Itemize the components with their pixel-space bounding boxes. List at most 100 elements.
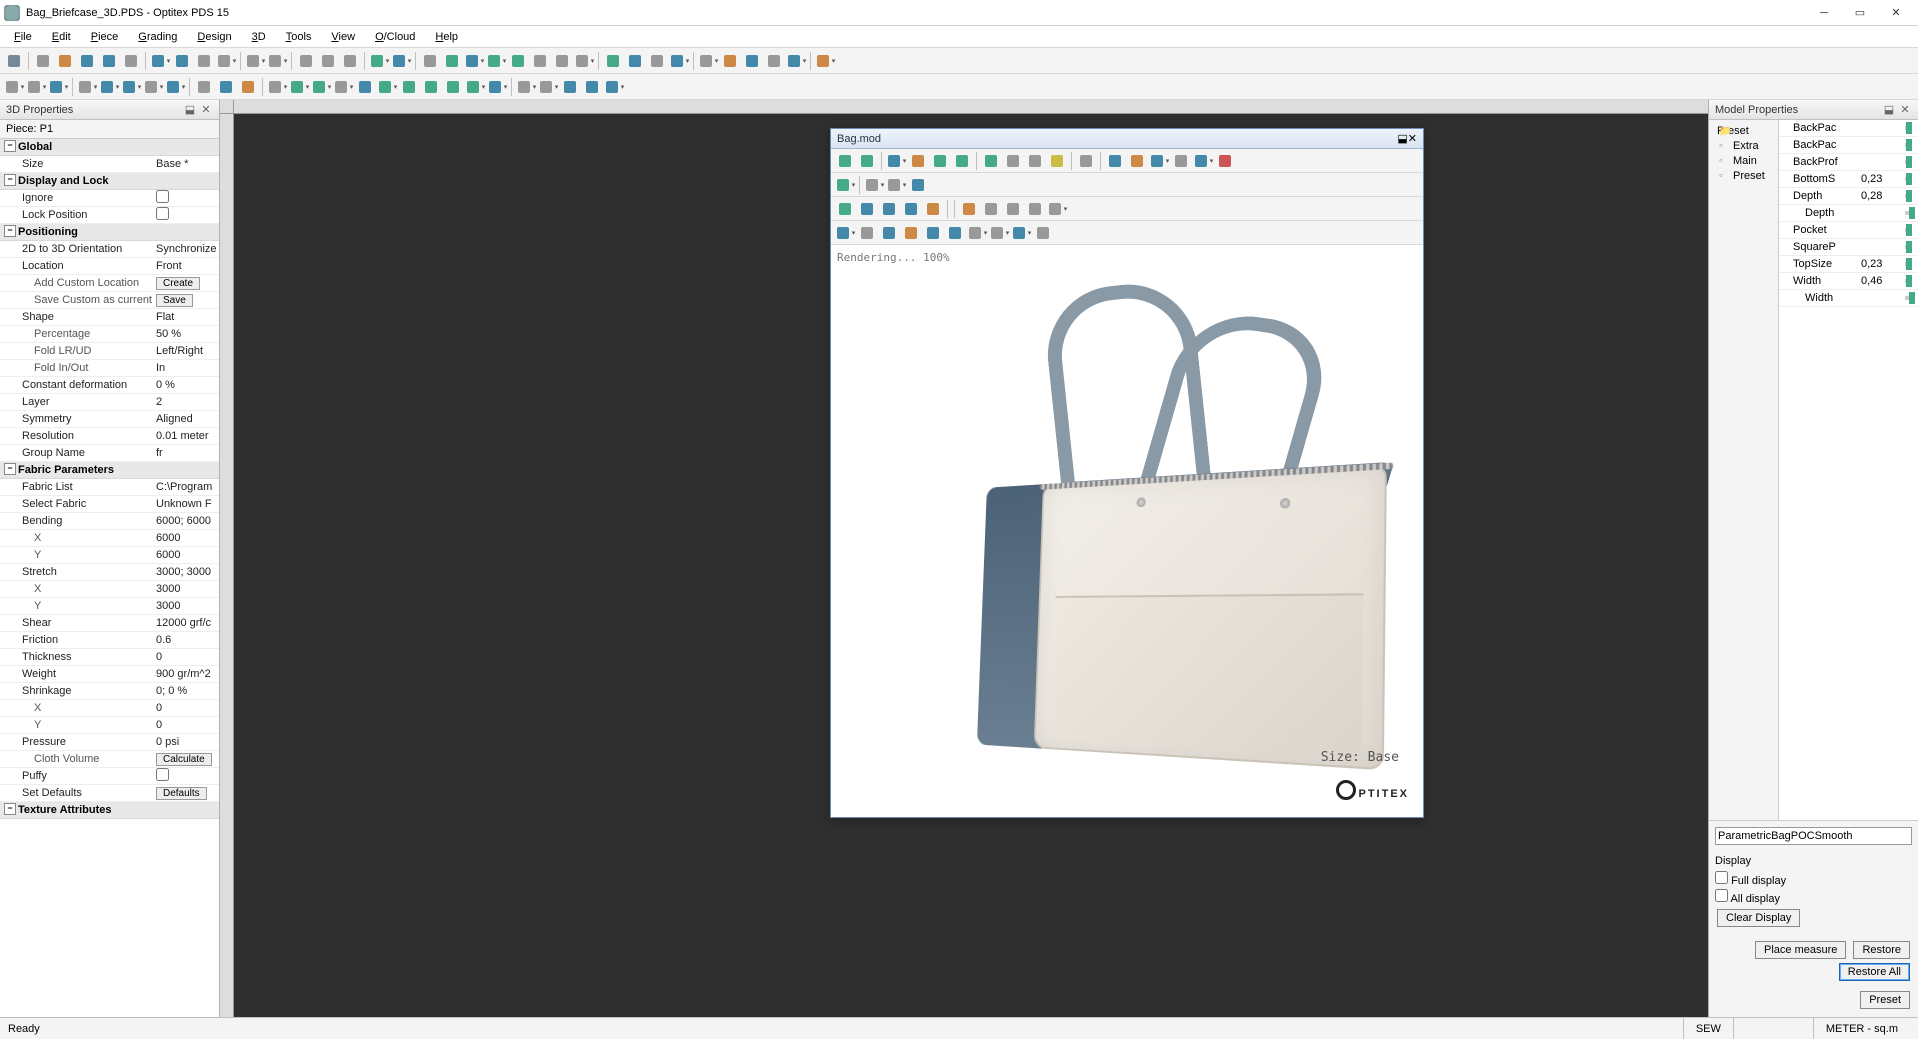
restore-all-button[interactable]: Restore All xyxy=(1839,963,1910,981)
property-grid[interactable]: GlobalSizeBase *Display and LockIgnoreLo… xyxy=(0,139,219,1017)
save-icon[interactable] xyxy=(77,51,97,71)
points-icon[interactable] xyxy=(464,51,484,71)
model-param-row[interactable]: BackPac xyxy=(1779,137,1918,154)
axis-icon[interactable] xyxy=(1076,151,1096,171)
prop-row[interactable]: Y6000 xyxy=(0,547,219,564)
preset-node[interactable]: Preset xyxy=(1713,124,1774,139)
grid3-icon[interactable] xyxy=(1025,199,1045,219)
save3d-icon[interactable] xyxy=(1149,151,1169,171)
circle-icon[interactable] xyxy=(121,77,141,97)
folder-icon[interactable] xyxy=(923,199,943,219)
flip-icon[interactable] xyxy=(487,77,507,97)
play-icon[interactable] xyxy=(981,151,1001,171)
prop-row[interactable]: Constant deformation0 % xyxy=(0,377,219,394)
img-icon[interactable] xyxy=(1193,151,1213,171)
tool-b-icon[interactable] xyxy=(720,51,740,71)
close-window-icon[interactable]: ✕ xyxy=(1408,132,1417,145)
house-icon[interactable] xyxy=(815,51,835,71)
pagec-icon[interactable] xyxy=(538,77,558,97)
snap-l-icon[interactable] xyxy=(1003,151,1023,171)
table-icon[interactable] xyxy=(150,51,170,71)
restore-button[interactable]: Restore xyxy=(1853,941,1910,959)
prop-row[interactable]: Stretch3000; 3000 xyxy=(0,564,219,581)
model-params[interactable]: BackPacBackPacBackProfBottomS0,23Depth0,… xyxy=(1779,120,1918,820)
prop-row[interactable]: Shear12000 grf/c xyxy=(0,615,219,632)
prop-row[interactable]: X3000 xyxy=(0,581,219,598)
paste3d-icon[interactable] xyxy=(886,175,906,195)
stitch2-icon[interactable] xyxy=(908,151,928,171)
prop-group-display-and-lock[interactable]: Display and Lock xyxy=(0,173,219,190)
model-param-row[interactable]: SquareP xyxy=(1779,239,1918,256)
stretch-icon[interactable] xyxy=(355,77,375,97)
canvas-2d[interactable]: Bag.mod ⬓ ✕ Rendering... 100% xyxy=(234,114,1708,1017)
exportb-icon[interactable] xyxy=(604,77,624,97)
prop-row[interactable]: Weight900 gr/m^2 xyxy=(0,666,219,683)
paste-icon[interactable] xyxy=(340,51,360,71)
export-icon[interactable] xyxy=(582,77,602,97)
menu-piece[interactable]: Piece xyxy=(81,29,129,45)
target-icon[interactable] xyxy=(99,77,119,97)
prop-group-global[interactable]: Global xyxy=(0,139,219,156)
open-icon[interactable] xyxy=(55,51,75,71)
addpt-icon[interactable] xyxy=(311,77,331,97)
preset-node[interactable]: Preset xyxy=(1713,169,1774,184)
sync-icon[interactable] xyxy=(930,151,950,171)
pin-icon[interactable]: ⬓ xyxy=(1882,103,1896,117)
rotccw-icon[interactable] xyxy=(421,77,441,97)
prop-row[interactable]: Set DefaultsDefaults xyxy=(0,785,219,802)
prop-row[interactable]: Fabric ListC:\Program xyxy=(0,479,219,496)
ghost1-icon[interactable] xyxy=(530,51,550,71)
prop-row[interactable]: Group Namefr xyxy=(0,445,219,462)
prop-row[interactable]: 2D to 3D OrientationSynchronize xyxy=(0,241,219,258)
select3d-icon[interactable] xyxy=(835,223,855,243)
cloth-icon[interactable] xyxy=(901,223,921,243)
prop-row[interactable]: SizeBase * xyxy=(0,156,219,173)
page-icon[interactable] xyxy=(516,77,536,97)
close-panel-icon[interactable]: ✕ xyxy=(1898,103,1912,117)
prop-row[interactable]: Fold In/OutIn xyxy=(0,360,219,377)
ss-icon[interactable] xyxy=(165,77,185,97)
recycle-icon[interactable] xyxy=(603,51,623,71)
prop-row[interactable]: Bending6000; 6000 xyxy=(0,513,219,530)
ghost3-icon[interactable] xyxy=(574,51,594,71)
avatar-icon[interactable] xyxy=(1127,151,1147,171)
prop-row[interactable]: Y0 xyxy=(0,717,219,734)
viewport-3d[interactable]: Rendering... 100% xyxy=(831,245,1423,817)
sparkle-icon[interactable] xyxy=(1047,151,1067,171)
tool-c-icon[interactable] xyxy=(742,51,762,71)
tool-a-icon[interactable] xyxy=(698,51,718,71)
maximize-button[interactable]: ▭ xyxy=(1842,1,1878,25)
doc-icon[interactable] xyxy=(333,77,353,97)
render-icon[interactable] xyxy=(1011,223,1031,243)
prop-row[interactable]: ShapeFlat xyxy=(0,309,219,326)
stitch-icon[interactable] xyxy=(886,151,906,171)
prop-row[interactable]: Percentage50 % xyxy=(0,326,219,343)
model-param-row[interactable]: BackPac xyxy=(1779,120,1918,137)
saveall-icon[interactable] xyxy=(99,51,119,71)
cursor-icon[interactable] xyxy=(4,51,24,71)
snap-r-icon[interactable] xyxy=(1025,151,1045,171)
grid-icon[interactable] xyxy=(172,51,192,71)
prop-row[interactable]: X0 xyxy=(0,700,219,717)
menu-file[interactable]: File xyxy=(4,29,42,45)
copy3d-icon[interactable] xyxy=(864,175,884,195)
zoom-fit-icon[interactable] xyxy=(194,51,214,71)
grid2-icon[interactable] xyxy=(1003,199,1023,219)
model-param-row[interactable]: BackProf xyxy=(1779,154,1918,171)
avatar2-icon[interactable] xyxy=(959,199,979,219)
check-icon[interactable] xyxy=(879,199,899,219)
pin-icon[interactable]: ⬓ xyxy=(1397,132,1407,145)
cube-icon[interactable] xyxy=(945,223,965,243)
sheet-icon[interactable] xyxy=(647,51,667,71)
menu-d[interactable]: 3D xyxy=(242,29,276,45)
redo-icon[interactable] xyxy=(267,51,287,71)
screen-icon[interactable] xyxy=(1171,151,1191,171)
import-icon[interactable] xyxy=(560,77,580,97)
status-unit[interactable]: METER - sq.m xyxy=(1813,1018,1910,1039)
landscape-icon[interactable] xyxy=(901,199,921,219)
model-name-input[interactable] xyxy=(1715,827,1912,845)
window-3d-header[interactable]: Bag.mod ⬓ ✕ xyxy=(831,129,1423,149)
preset-node[interactable]: Extra xyxy=(1713,139,1774,154)
walk-icon[interactable] xyxy=(194,77,214,97)
prop-row[interactable]: Shrinkage0; 0 % xyxy=(0,683,219,700)
